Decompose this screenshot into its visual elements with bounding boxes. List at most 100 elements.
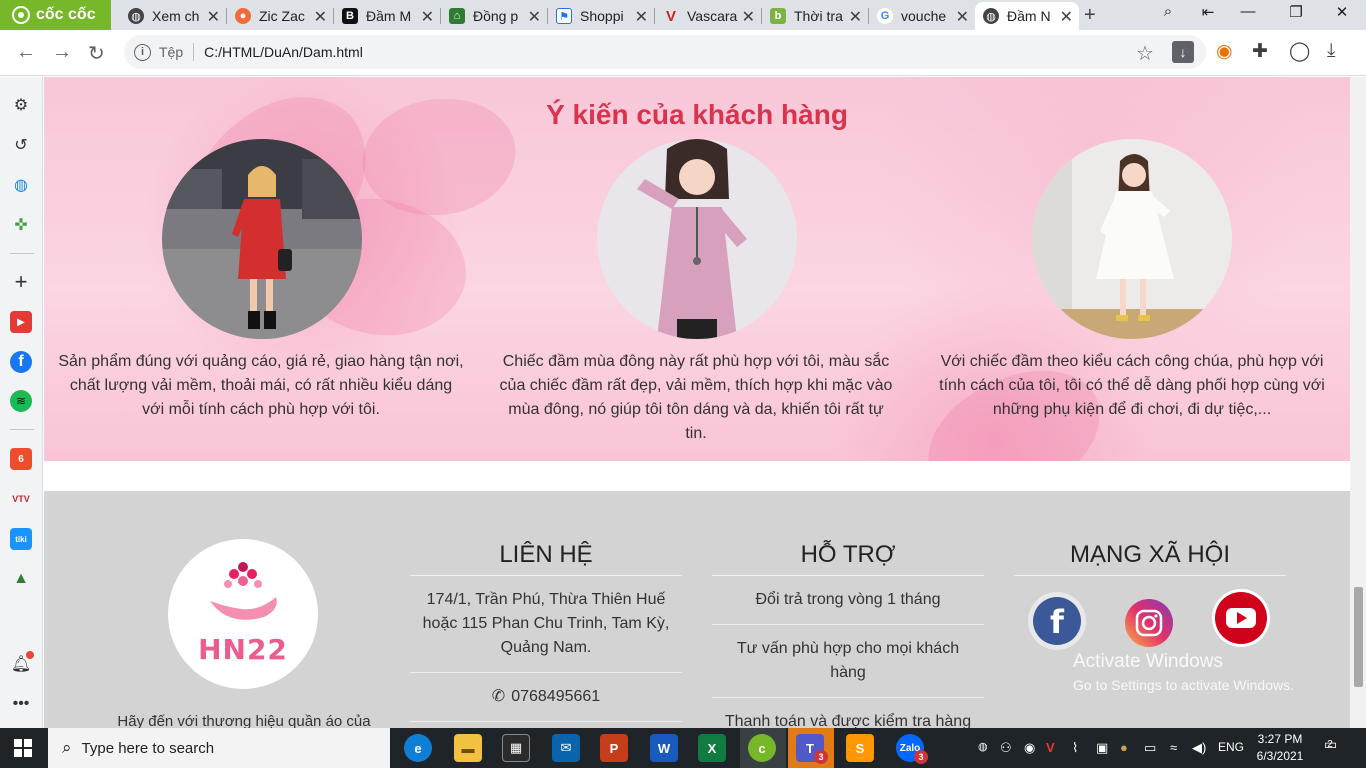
tab-7[interactable]: b Thời tra ✕ [762, 2, 868, 30]
youtube-sidebar-icon[interactable]: ▶ [10, 311, 32, 333]
zalo-tray-icon[interactable]: ◍ [978, 740, 988, 753]
instagram-icon[interactable] [1124, 598, 1174, 648]
new-tab-button[interactable]: + [1084, 4, 1096, 27]
edge-icon[interactable]: e [404, 734, 432, 762]
tab-1[interactable]: ◍ Xem ch ✕ [120, 2, 226, 30]
word-icon[interactable]: W [650, 734, 678, 762]
unikey-tray-icon[interactable]: ● [1120, 740, 1128, 755]
close-window-button[interactable]: ✕ [1322, 3, 1362, 21]
close-icon[interactable]: ✕ [635, 7, 648, 27]
tab-8[interactable]: G vouche ✕ [869, 2, 975, 30]
powerpoint-icon[interactable]: P [600, 734, 628, 762]
scrollbar-thumb[interactable] [1354, 587, 1363, 687]
close-icon[interactable]: ✕ [849, 7, 862, 27]
spotify-icon[interactable]: ≋ [10, 390, 32, 412]
excel-icon[interactable]: X [698, 734, 726, 762]
address-bar[interactable]: i Tệp C:/HTML/DuAn/Dam.html [124, 35, 1206, 69]
tab-title: Xem ch [152, 8, 200, 24]
display-tray-icon[interactable]: ▣ [1096, 740, 1108, 756]
reload-button[interactable]: ↻ [88, 41, 105, 66]
close-icon[interactable]: ✕ [1060, 7, 1073, 27]
flag-icon: ⚑ [556, 8, 572, 24]
system-clock[interactable]: 3:27 PM 6/3/2021 [1250, 731, 1310, 765]
notification-center-icon[interactable]: ▭2 [1324, 736, 1343, 753]
profile-icon[interactable]: ◯ [1289, 40, 1310, 63]
testimonial-text-2: Chiếc đầm mùa đông này rất phù hợp với t… [499, 353, 893, 442]
back-button[interactable]: ← [16, 41, 36, 64]
youtube-icon[interactable] [1211, 588, 1271, 648]
more-options-icon[interactable]: ••• [10, 693, 32, 715]
coccoc-taskbar-icon[interactable]: c [748, 734, 776, 762]
taskbar-search-box[interactable]: ⌕ Type here to search [48, 728, 390, 768]
back-arrow-icon[interactable]: ⇤ [1188, 3, 1228, 21]
support-item[interactable]: Thanh toán và được kiểm tra hàng [712, 698, 984, 728]
zalo-icon[interactable]: Zalo 3 [896, 734, 928, 764]
coccoc-menu-button[interactable]: cốc cốc [0, 0, 111, 30]
settings-gear-icon[interactable]: ⚙ [10, 94, 32, 116]
b-green-icon: b [770, 8, 786, 24]
web-page: Ý kiến của khách hàng Sản phẩm đúng với … [44, 77, 1350, 728]
shopee-icon[interactable]: 6 [10, 448, 32, 470]
info-icon[interactable]: i [134, 43, 151, 61]
minimize-button[interactable]: — [1228, 3, 1268, 20]
contact-phone: 0768495661 [511, 688, 601, 705]
language-indicator[interactable]: ENG [1218, 740, 1244, 754]
sublime-text-icon[interactable]: S [846, 734, 874, 762]
coccoc-tray-icon[interactable]: ◉ [1024, 740, 1035, 756]
support-item[interactable]: Tư vấn phù hợp cho mọi khách hàng [712, 625, 984, 698]
graduation-cap-icon[interactable]: ▲ [10, 568, 32, 590]
tab-4[interactable]: ⌂ Đồng p ✕ [441, 2, 547, 30]
game-controller-icon[interactable]: ✜ [10, 214, 32, 236]
tab-2[interactable]: ● Zic Zac ✕ [227, 2, 333, 30]
volume-icon[interactable]: ◀) [1192, 740, 1206, 756]
mail-icon[interactable]: ✉ [552, 734, 580, 762]
downloads-icon[interactable]: ⤓ [1327, 40, 1335, 62]
tab-search-icon[interactable]: ⌕ [1148, 3, 1188, 20]
page-scrollbar[interactable] [1350, 77, 1366, 728]
tiki-icon[interactable]: tiki [10, 528, 32, 550]
close-icon[interactable]: ✕ [528, 7, 541, 27]
maximize-button[interactable]: ❐ [1276, 3, 1316, 21]
testimonials-title: Ý kiến của khách hàng [546, 99, 848, 130]
wifi-icon[interactable]: ≈ [1170, 740, 1177, 755]
battery-icon[interactable]: ▭ [1144, 740, 1156, 756]
support-column: HỖ TRỢ Đổi trả trong vòng 1 tháng Tư vấn… [712, 541, 984, 728]
phone-icon: ✆ [491, 688, 506, 705]
support-item[interactable]: Đổi trả trong vòng 1 tháng [712, 576, 984, 625]
windows-taskbar: ⌕ Type here to search e ▬ ▦ ✉ P W X c T3… [0, 728, 1366, 768]
close-icon[interactable]: ✕ [421, 7, 434, 27]
vascara-tray-icon[interactable]: V [1046, 740, 1055, 755]
forward-button[interactable]: → [52, 41, 72, 64]
close-icon[interactable]: ✕ [956, 7, 969, 27]
contact-phone-row[interactable]: ✆ 0768495661 [410, 673, 682, 722]
close-icon[interactable]: ✕ [314, 7, 327, 27]
messenger-icon[interactable]: ◍ [10, 174, 32, 196]
microsoft-store-icon[interactable]: ▦ [502, 734, 530, 762]
facebook-sidebar-icon[interactable]: f [10, 351, 32, 373]
extensions-puzzle-icon[interactable]: ✚ [1252, 40, 1268, 63]
url-text[interactable]: C:/HTML/DuAn/Dam.html [204, 44, 363, 60]
left-sidebar: ⚙ ↺ ◍ ✜ + ▶ f ≋ 6 VTV tiki ▲ 🔔︎ ••• [0, 77, 43, 728]
teams-icon[interactable]: T3 [796, 734, 828, 764]
file-explorer-icon[interactable]: ▬ [454, 734, 482, 762]
savior-download-icon[interactable]: ↓ [1172, 41, 1194, 63]
tab-5[interactable]: ⚑ Shoppi ✕ [548, 2, 654, 30]
vtv-go-icon[interactable]: VTV [10, 488, 32, 510]
bookmark-star-icon[interactable]: ☆ [1136, 41, 1154, 66]
add-sidebar-item-icon[interactable]: + [10, 269, 32, 294]
tab-3[interactable]: B Đầm M ✕ [334, 2, 440, 30]
brand-logo[interactable]: HN22 [168, 539, 318, 689]
close-icon[interactable]: ✕ [207, 7, 220, 27]
network-disconnected-icon[interactable]: ⌇ [1072, 740, 1078, 756]
clock-date: 6/3/2021 [1256, 749, 1304, 763]
history-icon[interactable]: ↺ [10, 134, 32, 156]
tab-6[interactable]: V Vascara ✕ [655, 2, 761, 30]
tab-active[interactable]: ◍ Đầm N ✕ [975, 2, 1079, 30]
windows-start-icon[interactable] [14, 739, 32, 757]
coccoc-extension-icon[interactable]: ◉ [1216, 40, 1233, 63]
people-tray-icon[interactable]: ⚇ [1000, 740, 1012, 756]
notification-bell-icon[interactable]: 🔔︎ [10, 651, 34, 675]
support-heading: HỖ TRỢ [800, 541, 896, 568]
close-icon[interactable]: ✕ [742, 7, 755, 27]
facebook-icon[interactable]: f [1027, 591, 1087, 651]
